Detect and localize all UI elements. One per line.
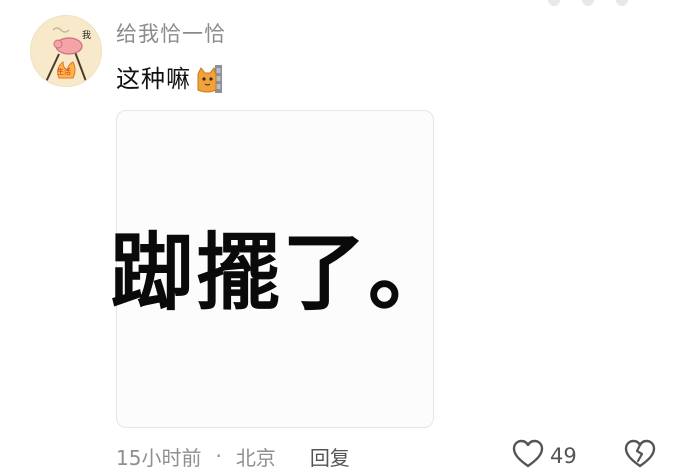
like-button[interactable]: 49 xyxy=(512,439,577,473)
comment-meta: 15小时前 · 北京 回复 xyxy=(116,440,350,472)
comment-image-text: 踋擺了。 xyxy=(110,224,455,322)
like-count: 49 xyxy=(550,444,577,468)
comment-body: 这种嘛 xyxy=(116,64,223,94)
broken-heart-icon xyxy=(624,439,656,473)
meta-separator: · xyxy=(215,444,222,468)
heart-outline-icon xyxy=(512,439,544,473)
top-dot xyxy=(582,0,594,6)
top-edge-controls xyxy=(548,0,628,6)
comment-image[interactable]: 踋擺了。 xyxy=(110,110,452,428)
comment-location: 北京 xyxy=(235,445,276,470)
reply-button[interactable]: 回复 xyxy=(310,442,350,471)
avatar[interactable]: 我 生活 xyxy=(30,15,102,87)
comment-text: 这种嘛 xyxy=(116,65,191,93)
top-dot xyxy=(616,0,628,6)
avatar-badge-wo: 我 xyxy=(82,30,91,41)
comment-time: 15小时前 xyxy=(116,445,202,470)
avatar-illustration: 我 生活 xyxy=(31,16,101,86)
comment-username[interactable]: 给我恰一恰 xyxy=(116,20,226,48)
dislike-button[interactable] xyxy=(624,439,656,473)
top-dot xyxy=(548,0,560,6)
cat-emoji-icon xyxy=(195,64,223,94)
avatar-badge-shenghuo: 生活 xyxy=(57,67,71,76)
